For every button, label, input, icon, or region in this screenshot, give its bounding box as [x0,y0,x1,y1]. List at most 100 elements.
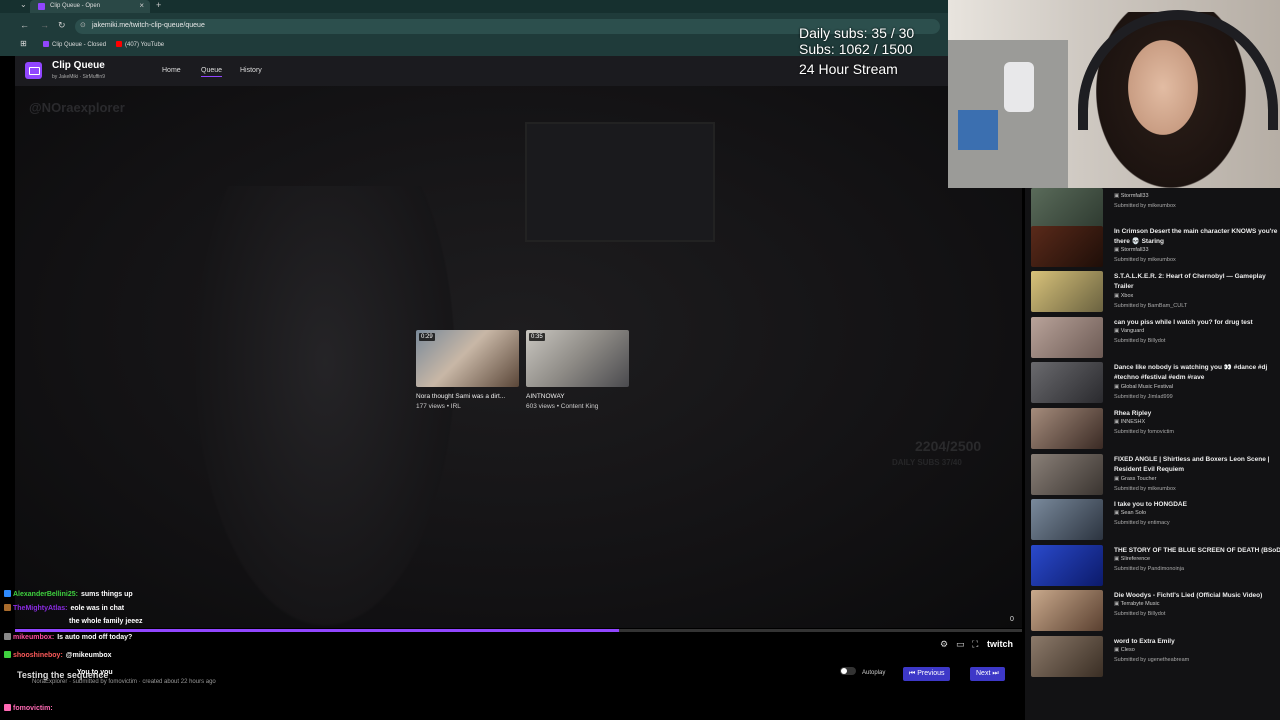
queue-title: Die Woodys - Fichtl's Lied (Official Mus… [1114,592,1263,599]
queue-item[interactable]: FIXED ANGLE | Shirtless and Boxers Leon … [1031,454,1280,498]
nav-history[interactable]: History [240,67,262,74]
chat-text: sums things up [80,591,133,598]
chat-message: shooshineboy: @mikeumbox [4,651,112,659]
queue-submitter: Submitted by entimacy [1114,520,1170,526]
clip-queue-list: Stormfall33 Submitted by mikeumbox In Cr… [1025,188,1280,720]
queue-thumbnail [1031,271,1103,312]
queue-channel: Stormfall33 [1114,193,1149,199]
reload-icon[interactable]: ↻ [58,20,66,31]
queue-item[interactable]: word to Extra Emily Cleso Submitted by u… [1031,636,1280,680]
queue-item[interactable]: Rhea Ripley INNESHX Submitted by fomovic… [1031,408,1280,452]
close-icon[interactable]: × [139,1,144,10]
badge-icon [4,590,11,597]
queue-submitter: Submitted by mikeumbox [1114,486,1176,492]
bookmark-youtube[interactable]: (407) YouTube [116,41,164,48]
chat-text: the whole family jeeez [69,618,143,625]
queue-title: I take you to HONGDAE [1114,501,1187,508]
video-watermark: @NOraexplorer [29,100,125,115]
previous-button[interactable]: ⏮ Previous [903,667,951,681]
next-button[interactable]: Next ⏭ [970,667,1005,681]
badge-icon [4,704,11,711]
apps-grid-icon[interactable]: ⊞ [20,39,27,48]
queue-title: Dance like nobody is watching you 👀 #dan… [1114,364,1268,381]
suggested-clip[interactable]: 0:35 AINTNOWAY 603 views • Content King [526,330,629,410]
queue-channel: Vanguard [1114,328,1144,334]
queue-submitter: Submitted by fomovictim [1114,429,1174,435]
queue-title: S.T.A.L.K.E.R. 2: Heart of Chernobyl — G… [1114,273,1266,290]
browser-tab[interactable]: Clip Queue - Open × [30,0,150,13]
chat-message: You to you [74,669,113,676]
tab-bar: ⌄ Clip Queue - Open × + [0,0,948,13]
queue-item[interactable]: Dance like nobody is watching you 👀 #dan… [1031,362,1280,406]
badge-icon [4,604,11,611]
video-daily-subs: DAILY SUBS 37/40 [892,458,962,467]
autoplay-label: Autoplay [862,670,886,676]
twitch-logo[interactable]: twitch [987,639,1013,649]
queue-title: can you piss while I watch you? for drug… [1114,319,1253,326]
chat-username: mikeumbox: [13,634,55,641]
url-text: jakemiki.me/twitch-clip-queue/queue [92,22,205,29]
new-tab-icon[interactable]: + [156,0,161,10]
queue-thumbnail [1031,590,1103,631]
queue-channel: Global Music Festival [1114,384,1173,390]
queue-item[interactable]: S.T.A.L.K.E.R. 2: Heart of Chernobyl — G… [1031,271,1280,315]
chat-message: the whole family jeeez [66,618,143,625]
nav-home[interactable]: Home [162,67,181,74]
bookmark-clip-queue[interactable]: Clip Queue - Closed [43,41,106,48]
video-sub-counter: 2204/2500 [915,438,982,454]
queue-item[interactable]: THE STORY OF THE BLUE SCREEN OF DEATH (B… [1031,545,1280,589]
queue-thumbnail [1031,226,1103,267]
forward-icon[interactable]: → [40,20,49,30]
autoplay-toggle[interactable]: Autoplay [840,667,885,676]
chat-message: fomovictim: [4,704,56,712]
suggested-clip-title[interactable]: Nora thought Sami was a dirt... [416,393,519,400]
webcam-feed [948,0,1280,188]
stream-stats-overlay: Daily subs: 35 / 30 Subs: 1062 / 1500 24… [799,25,914,77]
twitch-favicon-icon [43,41,49,47]
clip-queue-logo-icon[interactable] [25,62,42,79]
suggested-clip-thumbnail[interactable]: 0:35 [526,330,629,387]
queue-title: Rhea Ripley [1114,410,1152,417]
toggle-switch[interactable] [840,667,856,675]
queue-item[interactable]: I take you to HONGDAE Sean Solo Submitte… [1031,499,1280,543]
queue-thumbnail [1031,362,1103,403]
microphone [1004,62,1034,112]
fullscreen-icon[interactable]: ⛶ [972,639,978,650]
chat-message: AlexanderBellini25: sums things up [4,590,133,598]
suggested-clip[interactable]: 0:29 Nora thought Sami was a dirt... 177… [416,330,519,410]
settings-gear-icon[interactable]: ⚙ [940,639,948,650]
background-window [525,122,715,242]
queue-submitter: Submitted by Pandimonoinja [1114,566,1185,572]
queue-item[interactable]: Die Woodys - Fichtl's Lied (Official Mus… [1031,590,1280,634]
site-info-icon[interactable]: ⊙ [80,21,86,29]
queue-title: word to Extra Emily [1114,638,1175,645]
suggested-clip-thumbnail[interactable]: 0:29 [416,330,519,387]
suggested-clip-meta: 177 views • IRL [416,403,461,410]
video-player[interactable]: @NOraexplorer 2204/2500 DAILY SUBS 37/40… [15,86,1022,628]
queue-thumbnail [1031,454,1103,495]
subs-text: Subs: 1062 / 1500 [799,41,913,57]
queue-thumbnail [1031,545,1103,586]
queue-channel: Slireference [1114,556,1150,562]
nav-queue[interactable]: Queue [201,67,223,77]
badge-icon [4,633,11,640]
chat-text: eole was in chat [70,605,125,612]
queue-submitter: Submitted by mikeumbox [1114,203,1176,209]
time-label: 0 [1010,616,1014,623]
queue-item[interactable]: can you piss while I watch you? for drug… [1031,317,1280,361]
queue-thumbnail [1031,499,1103,540]
chat-text: You to you [77,669,113,676]
theatre-mode-icon[interactable]: ▭ [956,639,965,650]
suggested-clip-title[interactable]: AINTNOWAY [526,393,629,400]
queue-channel: INNESHX [1114,419,1145,425]
chat-username: AlexanderBellini25: [13,591,78,598]
queue-channel: Cleso [1114,647,1135,653]
queue-thumbnail [1031,636,1103,677]
tab-list-chevron-icon[interactable]: ⌄ [20,0,27,9]
back-icon[interactable]: ← [20,20,29,30]
clip-duration: 0:35 [529,333,545,341]
suggested-clip-meta: 603 views • Content King [526,403,599,410]
queue-item[interactable]: In Crimson Desert the main character KNO… [1031,226,1280,270]
queue-channel: Grass Toucher [1114,476,1157,482]
queue-thumbnail [1031,408,1103,449]
